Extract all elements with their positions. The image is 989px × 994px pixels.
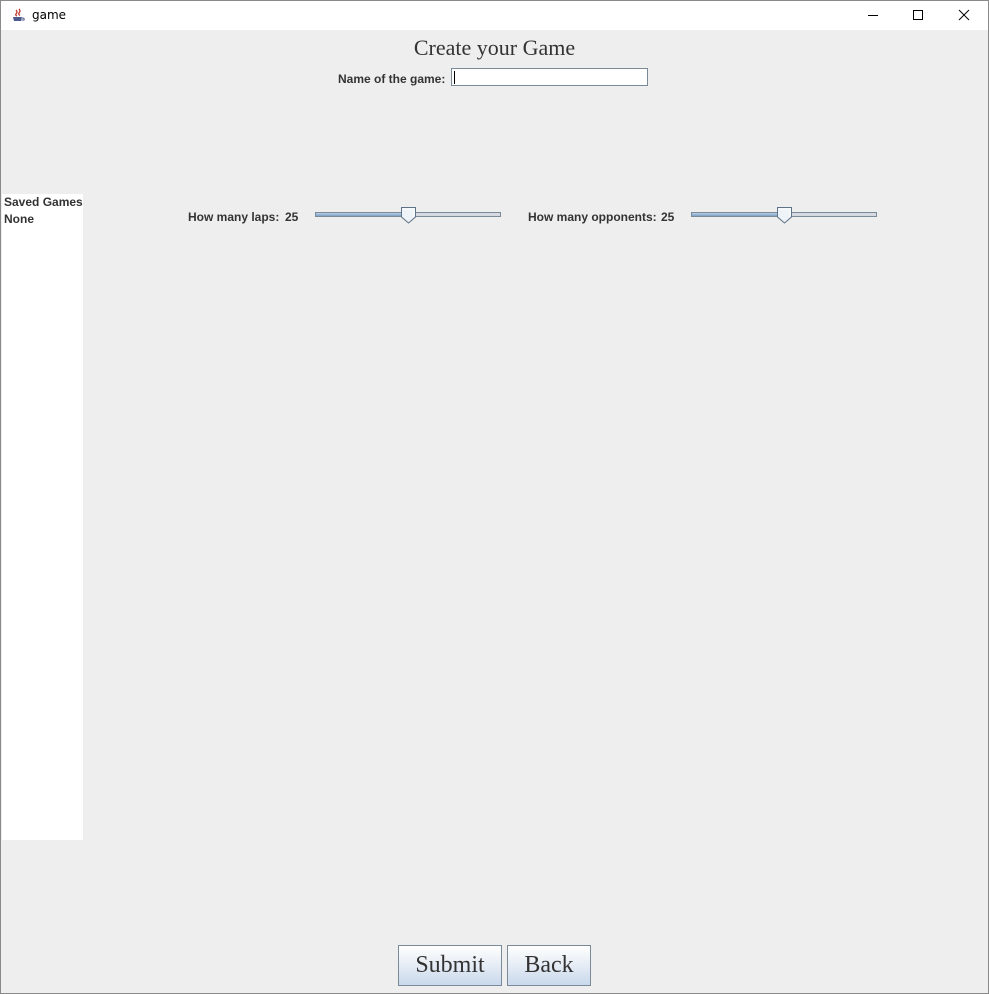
opponents-slider-fill xyxy=(692,213,784,216)
laps-slider[interactable] xyxy=(315,206,501,226)
text-caret xyxy=(454,71,455,84)
opponents-label: How many opponents: xyxy=(528,210,657,224)
laps-slider-fill xyxy=(316,213,408,216)
maximize-icon xyxy=(913,10,923,20)
minimize-button[interactable] xyxy=(850,1,896,30)
game-name-input[interactable] xyxy=(451,68,648,86)
submit-button[interactable]: Submit xyxy=(398,945,502,986)
saved-games-panel: Saved Games None xyxy=(2,194,83,840)
title-bar[interactable]: game xyxy=(1,1,988,30)
window-title: game xyxy=(32,8,67,22)
slider-thumb-icon[interactable] xyxy=(777,207,792,224)
close-icon xyxy=(958,9,970,21)
opponents-value: 25 xyxy=(661,210,675,224)
opponents-slider[interactable] xyxy=(691,206,877,226)
minimize-icon xyxy=(868,15,878,16)
java-cup-icon xyxy=(10,7,27,23)
laps-label: How many laps: xyxy=(188,210,280,224)
maximize-button[interactable] xyxy=(895,1,941,30)
saved-game-item[interactable]: None xyxy=(4,212,34,226)
slider-thumb-icon[interactable] xyxy=(401,207,416,224)
page-title: Create your Game xyxy=(413,35,576,60)
saved-games-title: Saved Games xyxy=(4,195,83,209)
close-button[interactable] xyxy=(941,1,987,30)
back-button[interactable]: Back xyxy=(507,945,591,986)
laps-value: 25 xyxy=(285,210,299,224)
game-window: game Create your Game Name of the game: … xyxy=(0,0,989,994)
game-name-label: Name of the game: xyxy=(338,72,446,86)
